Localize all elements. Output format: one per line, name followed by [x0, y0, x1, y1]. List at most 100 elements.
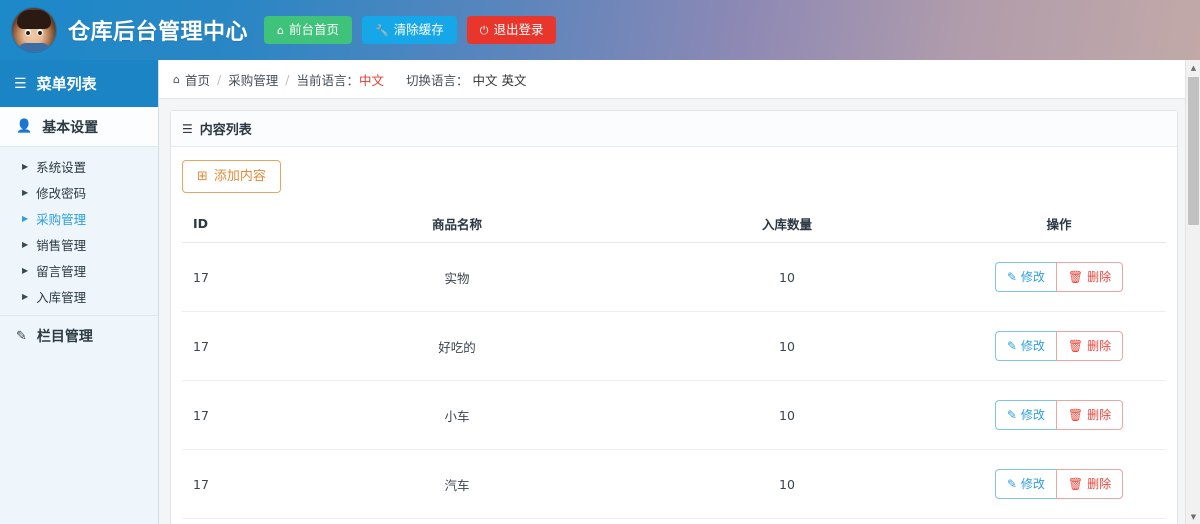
panel-body: ⊞ 添加内容 ID 商品名称 入库数量 操作 17 实物 10 ✎ 修改 🗑 删…	[171, 147, 1177, 524]
column-header-name: 商品名称	[292, 206, 622, 243]
sidebar-submenu: ▶ 系统设置 ▶ 修改密码 ▶ 采购管理 ▶ 销售管理 ▶ 留言管理 ▶ 入库管…	[0, 147, 158, 316]
caret-right-icon: ▶	[22, 239, 29, 249]
delete-button[interactable]: 🗑 删除	[1055, 262, 1124, 292]
sidebar-item-change-password[interactable]: ▶ 修改密码	[0, 179, 158, 205]
cell-qty: 10	[622, 380, 952, 450]
delete-label: 删除	[1087, 270, 1112, 284]
sidebar: ☰ 菜单列表 👤 基本设置 ▶ 系统设置 ▶ 修改密码 ▶ 采购管理 ▶ 销售管…	[0, 60, 159, 524]
delete-label: 删除	[1087, 408, 1112, 422]
add-content-button[interactable]: ⊞ 添加内容	[182, 160, 281, 193]
caret-right-icon: ▶	[22, 291, 29, 301]
delete-button[interactable]: 🗑 删除	[1055, 331, 1124, 361]
trash-icon: 🗑	[1067, 408, 1084, 422]
logout-button[interactable]: ⏻ 退出登录	[466, 15, 557, 45]
edit-button[interactable]: ✎ 修改	[994, 331, 1056, 361]
caret-right-icon: ▶	[22, 161, 29, 171]
edit-square-icon: ✎	[16, 328, 27, 344]
sidebar-item-label: 入库管理	[36, 289, 87, 305]
trash-icon: 🗑	[1067, 477, 1084, 491]
row-actions: ✎ 修改 🗑 删除	[994, 469, 1124, 499]
avatar[interactable]	[12, 8, 56, 52]
edit-button[interactable]: ✎ 修改	[994, 469, 1056, 499]
cell-id: 17	[182, 380, 292, 450]
column-header-id: ID	[182, 206, 292, 243]
body-row: ☰ 菜单列表 👤 基本设置 ▶ 系统设置 ▶ 修改密码 ▶ 采购管理 ▶ 销售管…	[0, 60, 1200, 524]
sidebar-item-column-management[interactable]: ✎ 栏目管理	[0, 316, 158, 356]
caret-right-icon: ▶	[22, 213, 29, 223]
table-row: 17 好吃的 10 ✎ 修改 🗑 删除	[182, 311, 1166, 381]
scrollbar-thumb[interactable]	[1188, 77, 1199, 225]
top-header: 仓库后台管理中心 ⌂ 前台首页 🔧 清除缓存 ⏻ 退出登录	[0, 0, 1200, 60]
home-icon: ⌂	[277, 23, 284, 37]
user-icon: 👤	[16, 119, 33, 134]
edit-button[interactable]: ✎ 修改	[994, 262, 1056, 292]
admin-page: 仓库后台管理中心 ⌂ 前台首页 🔧 清除缓存 ⏻ 退出登录 ☰ 菜单列表 👤 基…	[0, 0, 1200, 524]
sidebar-item-purchase-management[interactable]: ▶ 采购管理	[0, 205, 158, 231]
sidebar-item-label: 留言管理	[36, 263, 87, 279]
delete-button[interactable]: 🗑 删除	[1055, 400, 1124, 430]
cell-qty: 10	[622, 311, 952, 381]
avatar-hair	[17, 10, 51, 29]
edit-icon: ✎	[1006, 270, 1017, 284]
power-icon: ⏻	[479, 23, 489, 37]
scroll-area: ☰ 内容列表 ⊞ 添加内容 ID 商品名称 入库数量 操作 17 实物 10 ✎…	[159, 99, 1200, 524]
edit-label: 修改	[1020, 408, 1045, 422]
table-row: 17 小车 10 ✎ 修改 🗑 删除	[182, 380, 1166, 450]
content-list-panel: ☰ 内容列表 ⊞ 添加内容 ID 商品名称 入库数量 操作 17 实物 10 ✎…	[170, 110, 1178, 524]
delete-label: 删除	[1087, 339, 1112, 353]
table-row: 17 桌子 10 ✎ 修改	[182, 518, 1166, 524]
scroll-down-arrow[interactable]: ▼	[1186, 509, 1200, 524]
column-header-actions: 操作	[952, 206, 1166, 243]
column-header-qty: 入库数量	[622, 206, 952, 243]
table-body: 17 实物 10 ✎ 修改 🗑 删除 17 好吃的 10 ✎ 修改 🗑 删除 1…	[182, 242, 1166, 524]
edit-button[interactable]: ✎ 修改	[994, 400, 1056, 430]
wrench-icon: 🔧	[375, 23, 389, 37]
language-option-chinese[interactable]: 中文	[473, 70, 498, 89]
sidebar-item-message-management[interactable]: ▶ 留言管理	[0, 257, 158, 283]
list-icon: ☰	[182, 121, 193, 136]
cell-actions: ✎ 修改 🗑 删除	[952, 449, 1166, 519]
plus-square-icon: ⊞	[197, 169, 208, 184]
clear-cache-label: 清除缓存	[393, 21, 444, 37]
sidebar-item-system-settings[interactable]: ▶ 系统设置	[0, 153, 158, 179]
cell-actions: ✎ 修改 🗑 删除	[952, 380, 1166, 450]
edit-icon: ✎	[1006, 477, 1017, 491]
current-language-value: 中文	[358, 72, 384, 88]
avatar-body	[18, 43, 50, 52]
table-header-row: ID 商品名称 入库数量 操作	[182, 206, 1166, 243]
table-row: 17 实物 10 ✎ 修改 🗑 删除	[182, 242, 1166, 312]
breadcrumb-section[interactable]: 采购管理	[228, 70, 278, 89]
sidebar-item-sales-management[interactable]: ▶ 销售管理	[0, 231, 158, 257]
delete-button[interactable]: 🗑 删除	[1055, 469, 1124, 499]
cell-name: 汽车	[292, 449, 622, 519]
front-home-button[interactable]: ⌂ 前台首页	[264, 15, 353, 45]
breadcrumb-separator: /	[285, 71, 290, 87]
scroll-up-arrow[interactable]: ▲	[1186, 60, 1200, 75]
breadcrumb-home[interactable]: 首页	[185, 70, 210, 89]
page-title: 仓库后台管理中心	[68, 20, 249, 45]
avatar-eye-right	[37, 29, 43, 36]
sidebar-group-basic-settings[interactable]: 👤 基本设置	[0, 107, 158, 147]
breadcrumb: ⌂ 首页 / 采购管理 / 当前语言： 中文 切换语言： 中文 英文	[159, 60, 1200, 99]
page-scrollbar[interactable]: ▲ ▼	[1185, 60, 1200, 524]
cell-name: 小车	[292, 380, 622, 450]
sidebar-item-label: 栏目管理	[36, 329, 93, 345]
sidebar-menu-header: ☰ 菜单列表	[0, 60, 158, 107]
cell-qty: 10	[622, 242, 952, 312]
delete-label: 删除	[1087, 477, 1112, 491]
row-actions: ✎ 修改 🗑 删除	[994, 331, 1124, 361]
logout-label: 退出登录	[493, 21, 544, 37]
cell-actions: ✎ 修改 🗑 删除	[952, 518, 1166, 524]
trash-icon: 🗑	[1067, 339, 1084, 353]
cell-id: 17	[182, 242, 292, 312]
panel-title: 内容列表	[199, 123, 252, 138]
clear-cache-button[interactable]: 🔧 清除缓存	[362, 15, 457, 45]
caret-right-icon: ▶	[22, 265, 29, 275]
sidebar-group-label: 基本设置	[42, 119, 99, 136]
language-option-english[interactable]: 英文	[502, 70, 527, 89]
sidebar-item-inbound-management[interactable]: ▶ 入库管理	[0, 283, 158, 309]
add-content-label: 添加内容	[213, 169, 266, 184]
cell-name: 好吃的	[292, 311, 622, 381]
edit-icon: ✎	[1006, 408, 1017, 422]
cell-id: 17	[182, 311, 292, 381]
